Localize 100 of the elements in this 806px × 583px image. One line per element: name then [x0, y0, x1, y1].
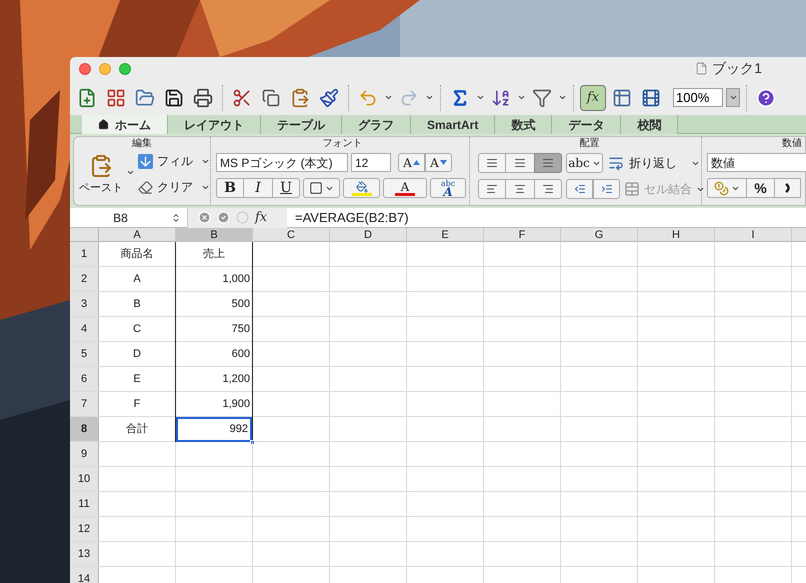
table-cell[interactable]: 750	[176, 317, 252, 342]
formula-button[interactable]: fx	[580, 84, 606, 110]
row-header[interactable]: 11	[70, 492, 99, 516]
font-size-field[interactable]: 12	[351, 153, 391, 172]
column-header[interactable]: B	[176, 228, 253, 242]
table-cell[interactable]: 合計	[99, 417, 175, 442]
table-cell[interactable]: E	[99, 367, 175, 392]
confirm-icon[interactable]	[217, 211, 230, 224]
close-button[interactable]	[79, 62, 91, 74]
formula-field[interactable]: =AVERAGE(B2:B7)	[287, 208, 806, 228]
bold-button[interactable]: B	[216, 178, 244, 198]
align-middle-button[interactable]	[506, 153, 534, 173]
ribbon-tab[interactable]: 校閲	[621, 115, 678, 134]
row-header[interactable]: 7	[70, 392, 99, 416]
table-cell[interactable]: 1,000	[176, 267, 252, 292]
text-styles-button[interactable]: abc A	[430, 178, 466, 198]
zoom-button[interactable]	[119, 62, 131, 74]
underline-button[interactable]: U	[272, 178, 300, 198]
align-left-button[interactable]	[478, 179, 506, 199]
wrap-text-button[interactable]: 折り返し	[607, 154, 700, 172]
zoom-dropdown-button[interactable]	[726, 88, 740, 107]
table-cell[interactable]: 992	[176, 417, 252, 442]
row-header[interactable]: 5	[70, 342, 99, 366]
currency-button[interactable]	[707, 178, 747, 198]
table-icon	[624, 181, 640, 197]
table-cell[interactable]: D	[99, 342, 175, 367]
shrink-font-button[interactable]: A	[425, 153, 452, 172]
ribbon-tab[interactable]: レイアウト	[168, 115, 261, 134]
table-cell[interactable]: 売上	[176, 242, 252, 267]
group-title: 配置	[578, 137, 600, 150]
ribbon-tab[interactable]: 数式	[495, 115, 552, 134]
italic-button[interactable]: I	[244, 178, 272, 198]
table-cell[interactable]: 1,900	[176, 392, 252, 417]
table-cell[interactable]: 600	[176, 342, 252, 367]
increase-indent-icon	[600, 183, 614, 195]
align-center-button[interactable]	[506, 179, 534, 199]
align-top-button[interactable]	[478, 153, 506, 173]
table-cell[interactable]: C	[99, 317, 175, 342]
column-header[interactable]: H	[638, 228, 715, 242]
lines-icon	[485, 157, 499, 169]
group-title: 数値	[781, 137, 803, 150]
fill-button[interactable]: フィル	[138, 152, 210, 170]
percent-button[interactable]: %	[747, 178, 774, 198]
table-cell[interactable]: 500	[176, 292, 252, 317]
ribbon-tab[interactable]: ホーム	[82, 115, 168, 134]
group-title: 編集	[131, 137, 153, 150]
column-header[interactable]: E	[407, 228, 484, 242]
row-header[interactable]: 6	[70, 367, 99, 391]
ribbon-tab[interactable]: グラフ	[342, 115, 411, 134]
column-header[interactable]: G	[561, 228, 638, 242]
insert-function-button[interactable]: fx	[255, 208, 268, 228]
decrease-indent-button[interactable]	[566, 179, 593, 199]
zoom-field[interactable]: 100%	[673, 88, 723, 107]
home-icon	[98, 119, 109, 130]
row-header[interactable]: 2	[70, 267, 99, 291]
caret-icon	[728, 93, 738, 102]
comma-button[interactable]	[774, 178, 801, 198]
ribbon-tab[interactable]: データ	[552, 115, 622, 134]
paste-button[interactable]: ペースト	[76, 150, 126, 196]
increase-indent-button[interactable]	[593, 179, 620, 199]
fill-handle[interactable]	[250, 440, 255, 445]
table-cell[interactable]: A	[99, 267, 175, 292]
align-left-icon	[485, 183, 499, 195]
fill-color-button[interactable]	[343, 178, 380, 198]
row-header[interactable]: 1	[70, 242, 99, 266]
row-header[interactable]: 3	[70, 292, 99, 316]
clear-button[interactable]: クリア	[138, 178, 210, 196]
row-header[interactable]: 12	[70, 517, 99, 541]
grow-font-button[interactable]: A	[398, 153, 425, 172]
number-format-field[interactable]: 数値	[707, 153, 806, 172]
cancel-icon[interactable]	[198, 211, 211, 224]
table-cell[interactable]: F	[99, 392, 175, 417]
row-header[interactable]: 4	[70, 317, 99, 341]
column-header[interactable]: F	[484, 228, 561, 242]
ribbon-tab[interactable]: SmartArt	[411, 115, 496, 134]
caret-icon	[476, 93, 485, 102]
row-header[interactable]: 9	[70, 442, 99, 466]
font-name-field[interactable]: MS Pゴシック (本文)	[216, 153, 348, 172]
clipboard-icon	[89, 152, 113, 180]
eraser-icon	[138, 180, 153, 194]
column-header[interactable]: C	[253, 228, 330, 242]
orientation-button[interactable]: abc	[566, 153, 603, 173]
table-cell[interactable]: 1,200	[176, 367, 252, 392]
column-header[interactable]: I	[715, 228, 792, 242]
paint-bucket-icon	[356, 180, 368, 192]
row-header[interactable]: 14	[70, 567, 99, 583]
font-color-button[interactable]: A	[383, 178, 427, 198]
column-header[interactable]: D	[330, 228, 407, 242]
border-button[interactable]	[303, 178, 340, 198]
coins-icon	[714, 180, 729, 196]
align-right-button[interactable]	[534, 179, 562, 199]
caret-icon	[126, 168, 135, 177]
decrease-indent-icon	[572, 183, 586, 195]
table-cell[interactable]: 商品名	[99, 242, 175, 267]
row-header[interactable]: 13	[70, 542, 99, 566]
row-header[interactable]: 10	[70, 467, 99, 491]
ribbon-tab[interactable]: テーブル	[261, 115, 342, 134]
table-cell[interactable]: B	[99, 292, 175, 317]
align-bottom-button[interactable]	[534, 153, 562, 173]
row-header[interactable]: 8	[70, 417, 99, 441]
